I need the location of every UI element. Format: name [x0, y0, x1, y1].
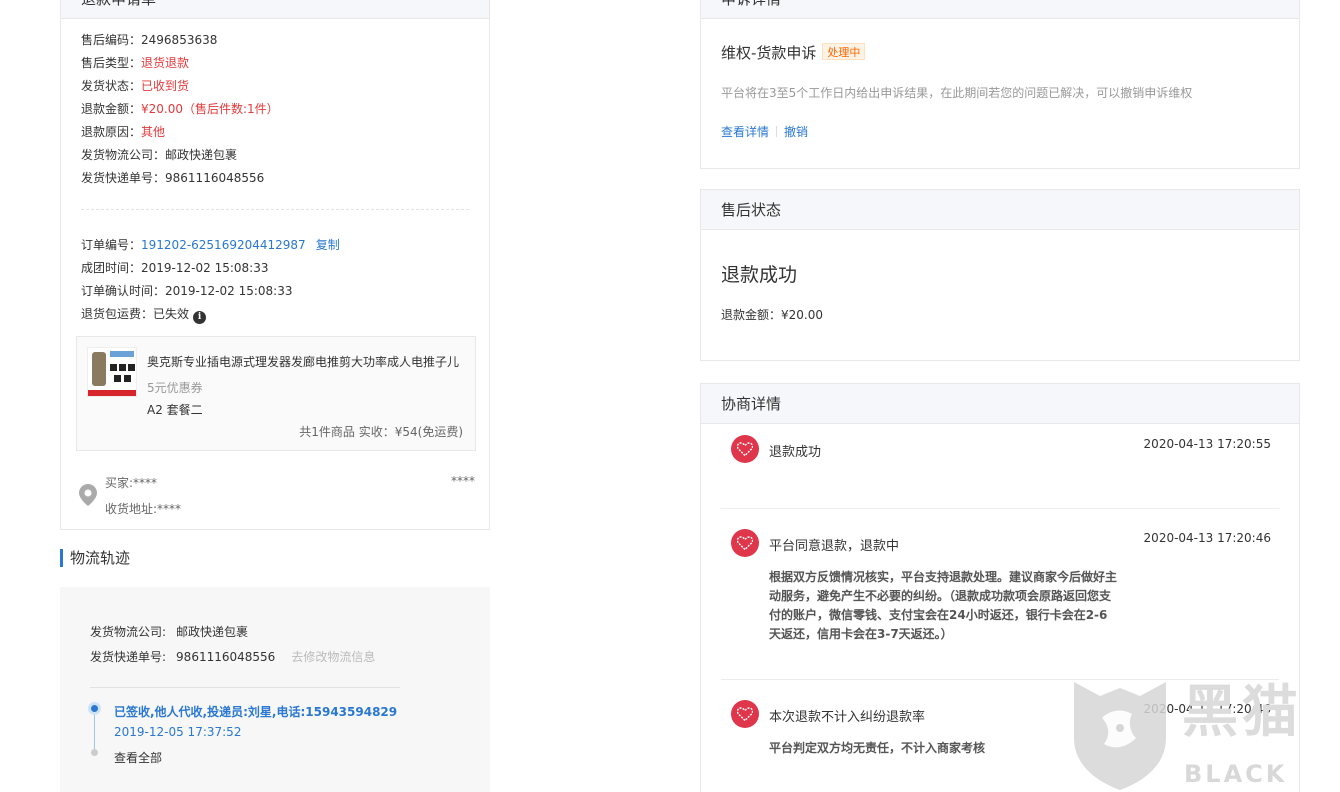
order-no-row: 订单编号：191202-625169204412987 复制 — [81, 238, 340, 252]
negotiation-title: 本次退款不计入纠纷退款率 — [769, 710, 926, 725]
watermark-en: BLACK CAT — [1184, 760, 1288, 792]
logistics-carrier-row: 发货物流公司: 邮政快递包裹 — [90, 625, 249, 639]
logistics-tracking-row: 发货快递单号: 9861116048556 去修改物流信息 — [90, 650, 376, 664]
negotiation-time: 2020-04-13 17:20:46 — [1143, 531, 1271, 545]
refund-reason: 其他 — [141, 125, 166, 139]
product-card[interactable]: 奥克斯专业插电源式理发器发廊电推剪大功率成人电推子儿 5元优惠券 A2 套餐二 … — [76, 336, 476, 451]
group-time-row: 成团时间：2019-12-02 15:08:33 — [81, 261, 269, 275]
cat-shield-logo — [1074, 682, 1166, 790]
watermark-cn: 黑猫 — [1182, 680, 1302, 745]
appeal-links: 查看详情 撤销 — [721, 123, 808, 140]
view-all-link[interactable]: 查看全部 — [114, 749, 162, 766]
carrier: 邮政快递包裹 — [165, 148, 238, 162]
heart-icon — [731, 529, 759, 557]
ship-status-row: 发货状态：已收到货 — [81, 79, 190, 93]
appeal-title: 维权-货款申诉 — [721, 44, 817, 62]
timeline-line — [94, 709, 95, 749]
status-panel-header: 售后状态 — [701, 190, 1299, 230]
product-sku: A2 套餐二 — [147, 403, 203, 417]
buyer-name: 买家:**** — [105, 476, 158, 490]
logistics-panel: 发货物流公司: 邮政快递包裹 发货快递单号: 9861116048556 去修改物流信… — [60, 587, 490, 792]
negotiation-body: 平台判定双方均无责任，不计入商家考核 — [769, 741, 986, 755]
product-coupon: 5元优惠券 — [147, 381, 203, 395]
divider — [90, 687, 400, 688]
refund-panel: 退款申请单 售后编码：2496853638 售后类型：退货退款 发货状态：已收到… — [60, 0, 490, 530]
refund-result: 退款成功 — [721, 264, 798, 286]
after-sale-no-row: 售后编码：2496853638 — [81, 33, 218, 47]
after-sale-status-panel: 售后状态 退款成功 退款金额：¥20.00 — [700, 189, 1300, 361]
logistics-latest-time: 2019-12-05 17:37:52 — [114, 725, 242, 739]
refund-reason-row: 退款原因：其他 — [81, 125, 166, 139]
black-cat-watermark: 黑猫 BLACK CAT — [1070, 678, 1340, 792]
shipping-address: 收货地址:**** — [105, 502, 182, 516]
copy-button[interactable]: 复制 — [316, 238, 340, 252]
tracking-no: 9861116048556 — [165, 171, 265, 185]
after-sale-type-row: 售后类型：退货退款 — [81, 56, 190, 70]
divider — [721, 508, 1279, 509]
refund-result-amount: 退款金额：¥20.00 — [721, 308, 823, 322]
revoke-link[interactable]: 撤销 — [784, 125, 808, 139]
group-time: 2019-12-02 15:08:33 — [141, 261, 269, 275]
timeline-dot — [91, 749, 98, 756]
modify-logistics-link[interactable]: 去修改物流信息 — [291, 650, 375, 664]
logistics-carrier: 邮政快递包裹 — [176, 625, 249, 639]
negotiation-body: 根据双方反馈情况核实，平台支持退款处理。建议商家今后做好主动服务，避免产生不必要… — [769, 570, 1118, 641]
clipper-icon — [92, 352, 106, 386]
product-title[interactable]: 奥克斯专业插电源式理发器发廊电推剪大功率成人电推子儿 — [147, 353, 459, 370]
negotiation-title: 平台同意退款，退款中 — [769, 539, 900, 554]
heart-icon — [731, 435, 759, 463]
ship-status: 已收到货 — [141, 79, 190, 93]
appeal-panel: 申诉详情 维权-货款申诉处理中 平台将在3至5个工作日内给出申诉结果，在此期间若… — [700, 0, 1300, 169]
status-badge: 处理中 — [822, 43, 866, 60]
view-details-link[interactable]: 查看详情 — [721, 125, 769, 139]
appeal-panel-header: 申诉详情 — [701, 0, 1299, 19]
buyer-phone: **** — [451, 474, 475, 488]
appeal-title-row: 维权-货款申诉 处理中 — [721, 42, 866, 63]
refund-amount: ¥20.00（售后件数:1件） — [141, 102, 279, 116]
confirm-time: 2019-12-02 15:08:33 — [165, 284, 293, 298]
timeline-dot-active — [91, 705, 98, 712]
carrier-row: 发货物流公司：邮政快递包裹 — [81, 148, 238, 162]
after-sale-type: 退货退款 — [141, 56, 190, 70]
return-fee: 已失效 — [153, 307, 190, 321]
tracking-row: 发货快递单号：9861116048556 — [81, 171, 265, 185]
product-thumbnail[interactable] — [87, 347, 137, 397]
logistics-latest-event: 已签收,他人代收,投递员:刘星,电话:15943594829 — [114, 705, 398, 719]
product-total: 共1件商品 实收：¥54(免运费) — [299, 425, 463, 439]
confirm-time-row: 订单确认时间：2019-12-02 15:08:33 — [81, 284, 293, 298]
negotiation-time: 2020-04-13 17:20:55 — [1143, 437, 1271, 451]
divider — [81, 209, 469, 210]
return-fee-row: 退货包运费：已失效 i — [81, 305, 207, 324]
order-no-link[interactable]: 191202-625169204412987 — [141, 238, 306, 252]
logistics-title: 物流轨迹 — [60, 549, 130, 567]
appeal-description: 平台将在3至5个工作日内给出申诉结果，在此期间若您的问题已解决，可以撤销申诉维权 — [721, 86, 1193, 100]
logistics-tracking: 9861116048556 — [176, 650, 276, 664]
refund-panel-header: 退款申请单 — [61, 0, 489, 19]
negotiation-title: 退款成功 — [769, 445, 822, 460]
location-pin-icon — [79, 484, 97, 509]
info-icon[interactable]: i — [193, 311, 207, 324]
negotiation-panel-header: 协商详情 — [701, 384, 1299, 424]
refund-amount-row: 退款金额：¥20.00（售后件数:1件） — [81, 102, 279, 116]
heart-icon — [731, 700, 759, 728]
after-sale-no: 2496853638 — [141, 33, 218, 47]
